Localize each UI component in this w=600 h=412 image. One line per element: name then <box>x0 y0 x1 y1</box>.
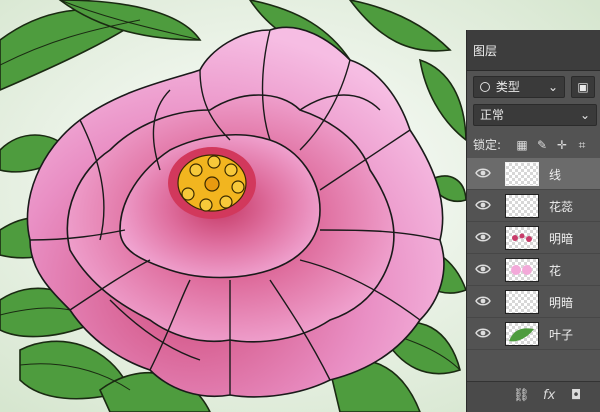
eye-icon[interactable] <box>475 326 491 340</box>
layers-list: 线 花蕊 明暗 花 明暗 叶子 <box>467 158 600 364</box>
panel-footer: ⛓ fx ◘ <box>467 381 600 412</box>
add-mask-icon[interactable]: ◘ <box>571 388 581 403</box>
chevron-down-icon: ⌄ <box>579 108 590 122</box>
layer-name: 明暗 <box>549 296 574 310</box>
panel-tabbar: 图层 <box>467 30 600 71</box>
image-filter-icon[interactable]: ▣ <box>571 76 595 98</box>
eye-icon[interactable] <box>475 230 491 244</box>
layer-row[interactable]: 明暗 <box>467 222 600 254</box>
eye-icon[interactable] <box>475 166 491 180</box>
layer-row[interactable]: 线 <box>467 158 600 190</box>
layer-thumbnail <box>505 258 539 282</box>
blend-mode-value: 正常 <box>480 108 505 122</box>
layer-row[interactable]: 明暗 <box>467 286 600 318</box>
link-layers-icon[interactable]: ⛓ <box>513 388 530 403</box>
stamen <box>168 147 256 219</box>
layer-thumbnail <box>505 226 539 250</box>
blend-mode-select[interactable]: 正常 ⌄ <box>473 104 597 126</box>
lock-row: 锁定: ▦ ✎ ✛ ⌗ <box>473 134 600 156</box>
layer-name: 明暗 <box>549 232 574 246</box>
lock-position-icon[interactable]: ✛ <box>555 134 569 156</box>
layer-name: 线 <box>549 168 562 182</box>
filter-select[interactable]: 类型 ⌄ <box>473 76 565 98</box>
chevron-down-icon: ⌄ <box>547 80 558 94</box>
eye-icon[interactable] <box>475 294 491 308</box>
layers-panel: 图层 类型 ⌄ ▣ 正常 ⌄ 锁定: ▦ ✎ ✛ ⌗ 线 花蕊 明暗 花 明暗 … <box>466 30 600 412</box>
fx-icon[interactable]: fx <box>543 388 555 403</box>
layer-thumbnail <box>505 290 539 314</box>
layer-thumbnail <box>505 322 539 346</box>
layer-name: 叶子 <box>549 328 574 342</box>
lock-artboard-icon[interactable]: ⌗ <box>575 134 589 156</box>
layer-name: 花蕊 <box>549 200 574 214</box>
eye-icon[interactable] <box>475 262 491 276</box>
layer-thumbnail <box>505 194 539 218</box>
layer-row[interactable]: 花蕊 <box>467 190 600 222</box>
layer-row[interactable]: 花 <box>467 254 600 286</box>
filter-label: 类型 <box>495 80 520 94</box>
eye-icon[interactable] <box>475 198 491 212</box>
layer-name: 花 <box>549 264 562 278</box>
tab-layers[interactable]: 图层 <box>473 42 497 59</box>
layer-thumbnail <box>505 162 539 186</box>
layer-row[interactable]: 叶子 <box>467 318 600 350</box>
search-icon <box>480 82 490 92</box>
lock-paint-icon[interactable]: ✎ <box>535 134 549 156</box>
lock-transparent-icon[interactable]: ▦ <box>515 134 529 156</box>
lock-label: 锁定: <box>473 138 502 152</box>
